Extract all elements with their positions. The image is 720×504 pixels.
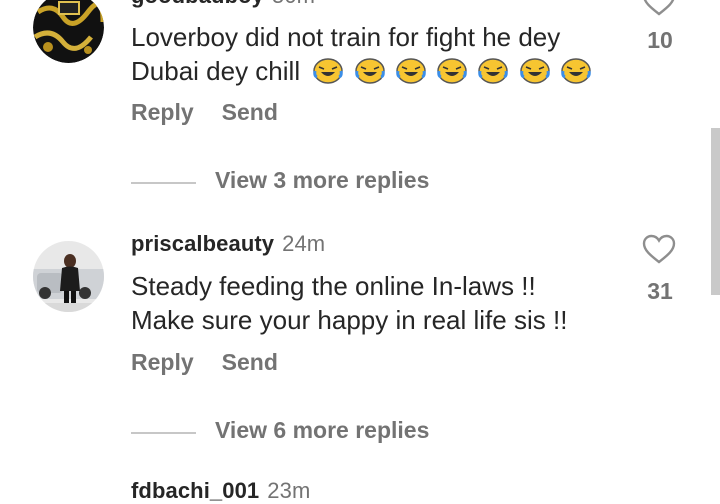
avatar[interactable] xyxy=(33,0,104,63)
reply-button[interactable]: Reply xyxy=(131,349,194,375)
scrollbar[interactable] xyxy=(711,128,720,295)
comment-time: 24m xyxy=(282,231,326,256)
laughing-emoji-icon xyxy=(396,58,426,84)
laughing-emoji-icon xyxy=(313,58,344,84)
laughing-emoji-icon xyxy=(560,58,591,84)
divider xyxy=(131,182,196,184)
divider xyxy=(131,432,196,434)
emoji-group xyxy=(313,56,594,86)
reply-button[interactable]: Reply xyxy=(131,99,194,125)
comment-text: Steady feeding the online In-laws !! Mak… xyxy=(131,271,568,335)
send-button[interactable]: Send xyxy=(222,99,278,125)
laughing-emoji-icon xyxy=(354,58,385,84)
comment-text: Loverboy did not train for fight he dey … xyxy=(131,20,621,88)
comment-actions: Reply Send xyxy=(131,99,306,126)
laughing-emoji-icon xyxy=(478,58,509,84)
laughing-emoji-icon xyxy=(519,58,550,84)
comment-actions: Reply Send xyxy=(131,349,306,376)
comment-username[interactable]: goodbadboy50m xyxy=(131,0,315,9)
send-button[interactable]: Send xyxy=(222,349,278,375)
like-count: 31 xyxy=(647,278,673,304)
like-heart-icon[interactable] xyxy=(642,234,676,264)
comment-username[interactable]: fdbachi_001 23m xyxy=(131,478,310,504)
comment-username[interactable]: priscalbeauty 24m xyxy=(131,231,325,257)
comment-time: 50m xyxy=(272,0,315,8)
laughing-emoji-icon xyxy=(437,58,467,84)
like-heart-icon[interactable] xyxy=(642,0,676,16)
view-replies-label[interactable]: View 3 more replies xyxy=(215,167,429,194)
view-replies-label[interactable]: View 6 more replies xyxy=(215,417,429,444)
like-count: 10 xyxy=(647,27,673,53)
comment-time: 23m xyxy=(267,478,311,503)
avatar[interactable] xyxy=(33,241,104,312)
